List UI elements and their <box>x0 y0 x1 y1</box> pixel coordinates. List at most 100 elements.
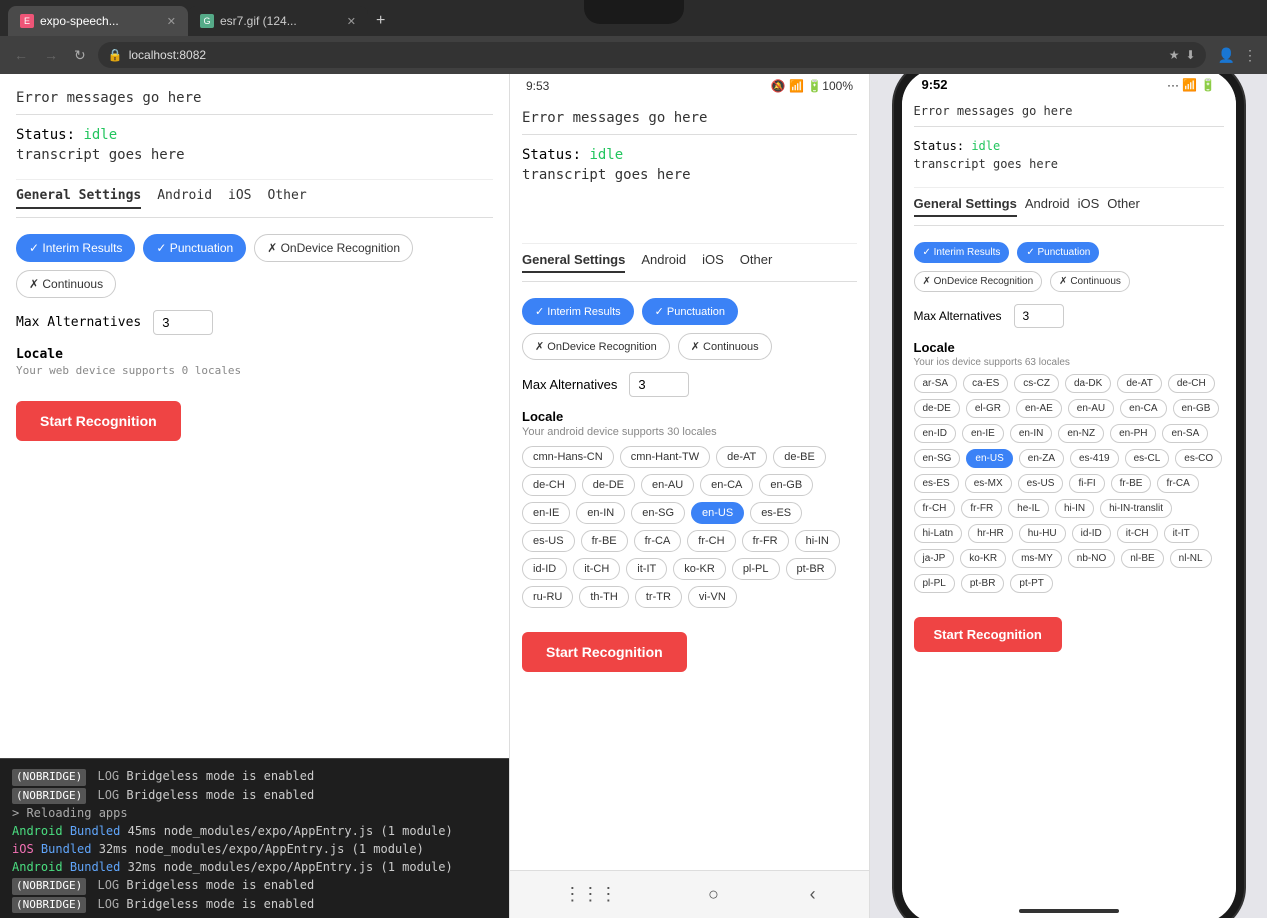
ios-locale-tag-en-ZA[interactable]: en-ZA <box>1019 449 1064 468</box>
web-tab-other[interactable]: Other <box>268 188 307 209</box>
ios-locale-tag-es-CO[interactable]: es-CO <box>1175 449 1222 468</box>
android-locale-tag-es-US[interactable]: es-US <box>522 530 575 552</box>
tab-expo-speech[interactable]: E expo-speech... ✕ <box>8 6 188 36</box>
ios-locale-tag-pl-PL[interactable]: pl-PL <box>914 574 955 593</box>
ios-locale-tag-en-IN[interactable]: en-IN <box>1010 424 1052 443</box>
ios-locale-tag-ja-JP[interactable]: ja-JP <box>914 549 955 568</box>
ios-locale-tag-de-CH[interactable]: de-CH <box>1168 374 1215 393</box>
ios-locale-tag-hu-HU[interactable]: hu-HU <box>1019 524 1066 543</box>
android-locale-tag-it-IT[interactable]: it-IT <box>626 558 667 580</box>
ios-locale-tag-it-IT[interactable]: it-IT <box>1164 524 1199 543</box>
nav-forward-button[interactable]: → <box>40 45 62 65</box>
ios-locale-tag-cs-CZ[interactable]: cs-CZ <box>1014 374 1059 393</box>
menu-icon[interactable]: ⋮ <box>1243 47 1257 64</box>
android-tab-other[interactable]: Other <box>740 252 773 273</box>
ios-locale-tag-en-IE[interactable]: en-IE <box>962 424 1004 443</box>
ios-locale-tag-en-PH[interactable]: en-PH <box>1110 424 1156 443</box>
android-tab-android[interactable]: Android <box>641 252 686 273</box>
android-locale-tag-fr-CA[interactable]: fr-CA <box>634 530 682 552</box>
nav-reload-button[interactable]: ↻ <box>70 45 90 66</box>
web-tab-general[interactable]: General Settings <box>16 188 141 209</box>
ios-locale-tag-es-ES[interactable]: es-ES <box>914 474 959 493</box>
ios-locale-tag-ko-KR[interactable]: ko-KR <box>960 549 1006 568</box>
android-nav-menu[interactable]: ⋮⋮⋮ <box>563 884 617 905</box>
ios-tab-ios[interactable]: iOS <box>1078 196 1100 217</box>
ios-locale-tag-en-US[interactable]: en-US <box>966 449 1012 468</box>
ios-locale-tag-en-SA[interactable]: en-SA <box>1162 424 1208 443</box>
android-locale-tag-de-CH[interactable]: de-CH <box>522 474 576 496</box>
android-locale-tag-ko-KR[interactable]: ko-KR <box>673 558 726 580</box>
ios-locale-tag-da-DK[interactable]: da-DK <box>1065 374 1111 393</box>
ios-locale-tag-de-AT[interactable]: de-AT <box>1117 374 1162 393</box>
ios-locale-tag-en-ID[interactable]: en-ID <box>914 424 956 443</box>
android-locale-tag-tr-TR[interactable]: tr-TR <box>635 586 682 608</box>
android-locale-tag-hi-IN[interactable]: hi-IN <box>795 530 840 552</box>
ios-toggle-interim[interactable]: ✓ Interim Results <box>914 242 1010 263</box>
android-locale-tag-en-CA[interactable]: en-CA <box>700 474 753 496</box>
ios-locale-tag-id-ID[interactable]: id-ID <box>1072 524 1111 543</box>
ios-locale-tag-es-US[interactable]: es-US <box>1018 474 1064 493</box>
android-locale-tag-en-IE[interactable]: en-IE <box>522 502 570 524</box>
android-locale-tag-th-TH[interactable]: th-TH <box>579 586 629 608</box>
android-toggle-punctuation[interactable]: ✓ Punctuation <box>642 298 738 325</box>
ios-toggle-ondevice[interactable]: ✗ OnDevice Recognition <box>914 271 1043 292</box>
ios-locale-tag-it-CH[interactable]: it-CH <box>1117 524 1158 543</box>
ios-locale-tag-es-MX[interactable]: es-MX <box>965 474 1012 493</box>
ios-locale-tag-es-CL[interactable]: es-CL <box>1125 449 1170 468</box>
ios-toggle-punctuation[interactable]: ✓ Punctuation <box>1017 242 1099 263</box>
tab-esr7[interactable]: G esr7.gif (124... ✕ <box>188 6 368 36</box>
ios-locale-tag-en-NZ[interactable]: en-NZ <box>1058 424 1104 443</box>
android-locale-tag-cmn-Hans-CN[interactable]: cmn-Hans-CN <box>522 446 614 468</box>
android-max-alternatives-input[interactable] <box>629 372 689 397</box>
ios-locale-tag-ms-MY[interactable]: ms-MY <box>1012 549 1062 568</box>
android-tab-general[interactable]: General Settings <box>522 252 625 273</box>
web-toggle-continuous[interactable]: ✗ Continuous <box>16 270 116 298</box>
ios-locale-tag-nl-NL[interactable]: nl-NL <box>1170 549 1212 568</box>
android-locale-tag-fr-CH[interactable]: fr-CH <box>687 530 735 552</box>
web-tab-ios[interactable]: iOS <box>228 188 251 209</box>
ios-locale-tag-ar-SA[interactable]: ar-SA <box>914 374 958 393</box>
ios-locale-tag-pt-PT[interactable]: pt-PT <box>1010 574 1052 593</box>
android-locale-tag-fr-BE[interactable]: fr-BE <box>581 530 628 552</box>
ios-locale-tag-fi-FI[interactable]: fi-FI <box>1069 474 1104 493</box>
ios-locale-tag-en-AE[interactable]: en-AE <box>1016 399 1062 418</box>
new-tab-button[interactable]: + <box>368 6 393 36</box>
android-locale-tag-pt-BR[interactable]: pt-BR <box>786 558 836 580</box>
android-locale-tag-it-CH[interactable]: it-CH <box>573 558 620 580</box>
android-locale-tag-en-SG[interactable]: en-SG <box>631 502 685 524</box>
profile-icon[interactable]: 👤 <box>1218 47 1235 64</box>
web-toggle-punctuation[interactable]: ✓ Punctuation <box>143 234 246 262</box>
web-toggle-ondevice[interactable]: ✗ OnDevice Recognition <box>254 234 413 262</box>
android-locale-tag-en-GB[interactable]: en-GB <box>759 474 813 496</box>
android-locale-tag-en-US[interactable]: en-US <box>691 502 744 524</box>
android-locale-tag-de-BE[interactable]: de-BE <box>773 446 826 468</box>
ios-locale-tag-fr-CA[interactable]: fr-CA <box>1157 474 1198 493</box>
web-tab-android[interactable]: Android <box>157 188 212 209</box>
ios-tab-other[interactable]: Other <box>1107 196 1140 217</box>
android-locale-tag-de-DE[interactable]: de-DE <box>582 474 635 496</box>
ios-locale-tag-hi-IN-translit[interactable]: hi-IN-translit <box>1100 499 1172 518</box>
web-max-alternatives-input[interactable] <box>153 310 213 335</box>
ios-locale-tag-nl-BE[interactable]: nl-BE <box>1121 549 1163 568</box>
ios-locale-tag-en-CA[interactable]: en-CA <box>1120 399 1166 418</box>
ios-locale-tag-hr-HR[interactable]: hr-HR <box>968 524 1013 543</box>
android-tab-ios[interactable]: iOS <box>702 252 724 273</box>
ios-locale-tag-en-AU[interactable]: en-AU <box>1068 399 1114 418</box>
ios-locale-tag-en-SG[interactable]: en-SG <box>914 449 961 468</box>
ios-locale-tag-nb-NO[interactable]: nb-NO <box>1068 549 1115 568</box>
address-bar[interactable]: 🔒 localhost:8082 ★ ⬇ <box>98 42 1206 68</box>
android-locale-tag-es-ES[interactable]: es-ES <box>750 502 802 524</box>
ios-locale-tag-fr-BE[interactable]: fr-BE <box>1111 474 1152 493</box>
android-nav-back[interactable]: ‹ <box>810 884 816 905</box>
android-locale-tag-fr-FR[interactable]: fr-FR <box>742 530 789 552</box>
web-toggle-interim[interactable]: ✓ Interim Results <box>16 234 135 262</box>
ios-locale-tag-hi-IN[interactable]: hi-IN <box>1055 499 1094 518</box>
android-locale-tag-cmn-Hant-TW[interactable]: cmn-Hant-TW <box>620 446 710 468</box>
ios-toggle-continuous[interactable]: ✗ Continuous <box>1050 271 1130 292</box>
android-toggle-continuous[interactable]: ✗ Continuous <box>678 333 772 360</box>
ios-locale-tag-hi-Latn[interactable]: hi-Latn <box>914 524 963 543</box>
android-locale-tag-de-AT[interactable]: de-AT <box>716 446 767 468</box>
android-locale-tag-pl-PL[interactable]: pl-PL <box>732 558 780 580</box>
android-toggle-ondevice[interactable]: ✗ OnDevice Recognition <box>522 333 670 360</box>
ios-locale-tag-en-GB[interactable]: en-GB <box>1173 399 1220 418</box>
